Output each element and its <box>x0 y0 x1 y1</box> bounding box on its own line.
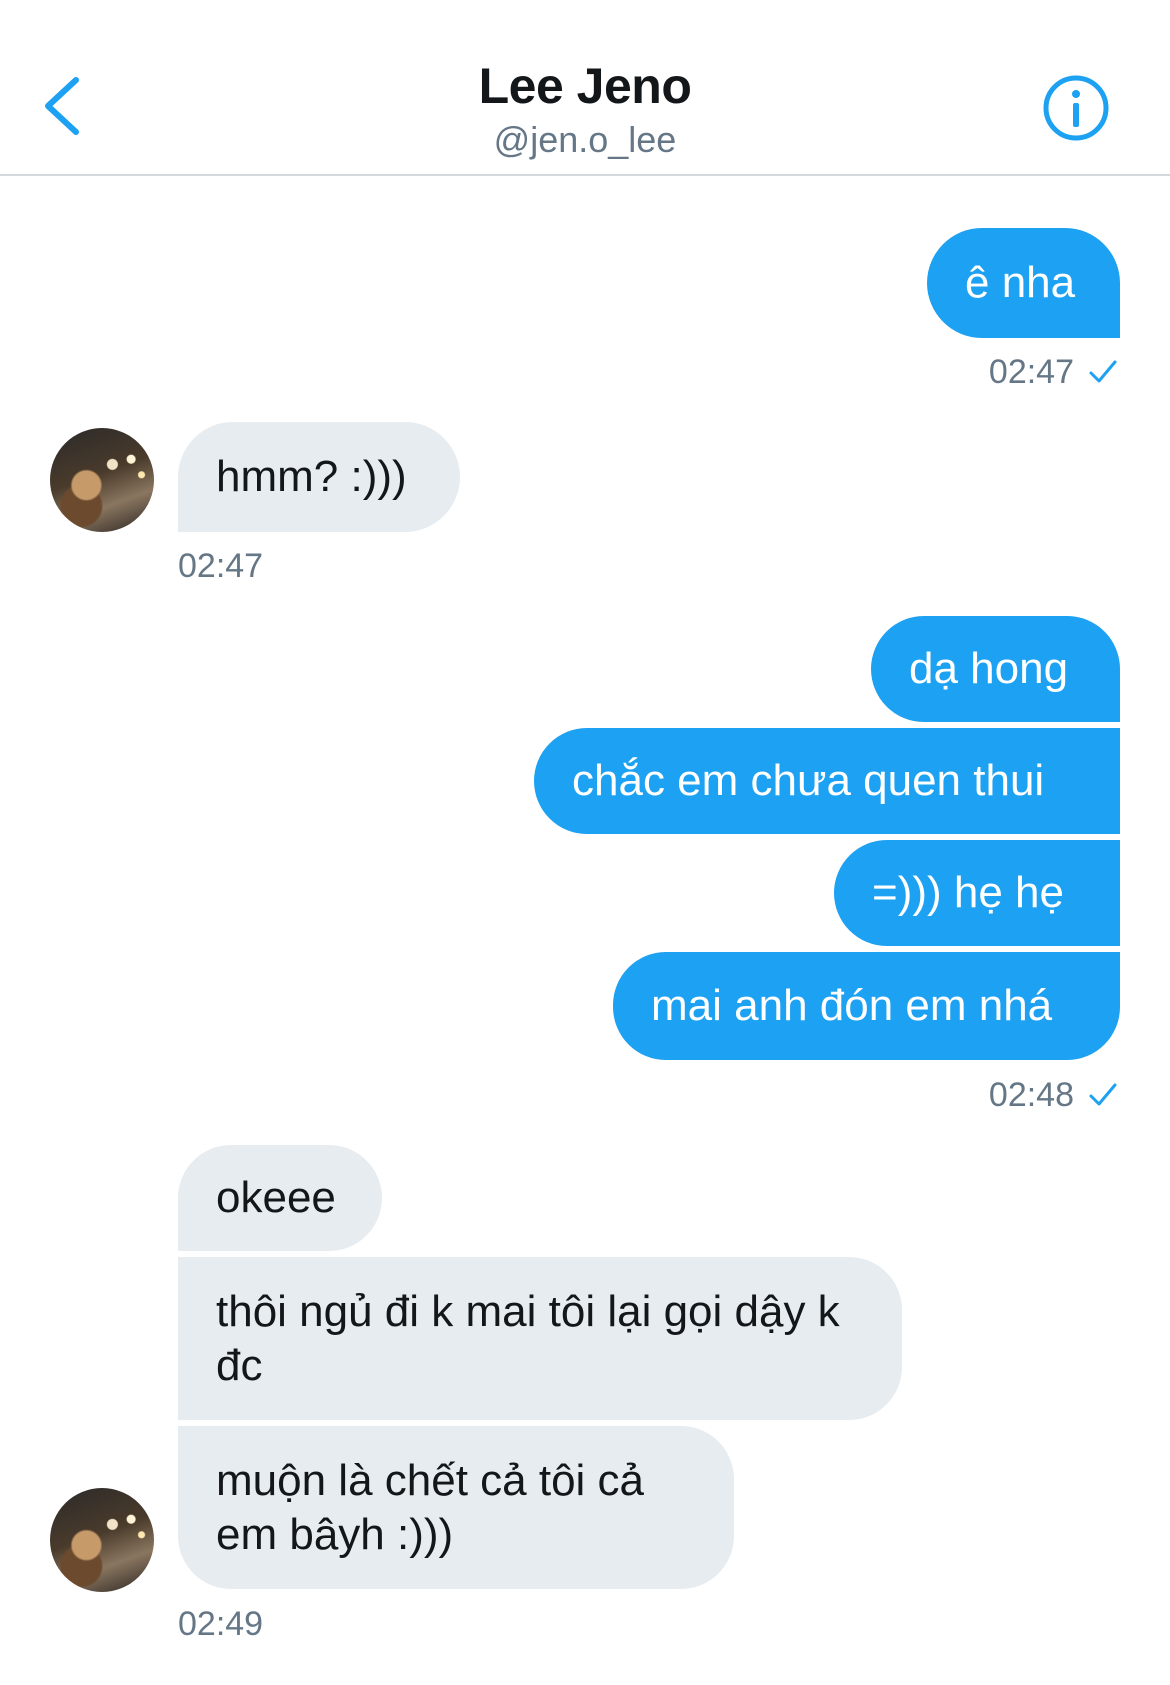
timestamp-text: 02:47 <box>178 547 264 585</box>
sent-check-icon <box>1088 354 1118 394</box>
conversation-title-block[interactable]: Lee Jeno @jen.o_lee <box>0 56 1170 162</box>
message-text: mai anh đón em nhá <box>651 981 1053 1030</box>
timestamp-text: 02:49 <box>178 1605 264 1643</box>
incoming-message[interactable]: muộn là chết cả tôi cả em bâyh :))) <box>178 1426 734 1589</box>
contact-avatar[interactable] <box>50 1488 154 1592</box>
info-button[interactable] <box>1042 74 1110 142</box>
outgoing-message[interactable]: dạ hong <box>871 616 1120 722</box>
outgoing-message[interactable]: ê nha <box>927 228 1120 338</box>
incoming-message[interactable]: okeee <box>178 1145 382 1251</box>
outgoing-message[interactable]: mai anh đón em nhá <box>613 952 1120 1060</box>
info-icon <box>1043 75 1109 141</box>
incoming-message[interactable]: thôi ngủ đi k mai tôi lại gọi dậy k đc <box>178 1257 902 1420</box>
message-timestamp: 02:47 <box>178 546 263 586</box>
message-timestamp: 02:49 <box>178 1604 263 1644</box>
message-text: hmm? :))) <box>216 452 407 501</box>
message-text: dạ hong <box>909 644 1069 693</box>
timestamp-text: 02:47 <box>988 353 1074 391</box>
message-text: chắc em chưa quen thui <box>572 756 1045 805</box>
outgoing-message[interactable]: chắc em chưa quen thui <box>534 728 1120 834</box>
timestamp-text: 02:48 <box>988 1076 1074 1114</box>
sent-check-icon <box>1088 1077 1118 1117</box>
message-timestamp: 02:47 <box>989 352 1118 394</box>
message-text: okeee <box>216 1173 336 1222</box>
message-text: muộn là chết cả tôi cả em bâyh :))) <box>216 1456 645 1559</box>
incoming-message[interactable]: hmm? :))) <box>178 422 460 532</box>
message-timestamp: 02:48 <box>989 1075 1118 1117</box>
message-text: thôi ngủ đi k mai tôi lại gọi dậy k đc <box>216 1287 840 1390</box>
outgoing-message[interactable]: =))) hẹ hẹ <box>834 840 1120 946</box>
contact-handle: @jen.o_lee <box>493 119 677 160</box>
message-text: =))) hẹ hẹ <box>872 868 1064 917</box>
contact-name: Lee Jeno <box>478 58 692 114</box>
conversation-header: Lee Jeno @jen.o_lee <box>0 0 1170 176</box>
message-text: ê nha <box>965 258 1076 307</box>
contact-avatar[interactable] <box>50 428 154 532</box>
